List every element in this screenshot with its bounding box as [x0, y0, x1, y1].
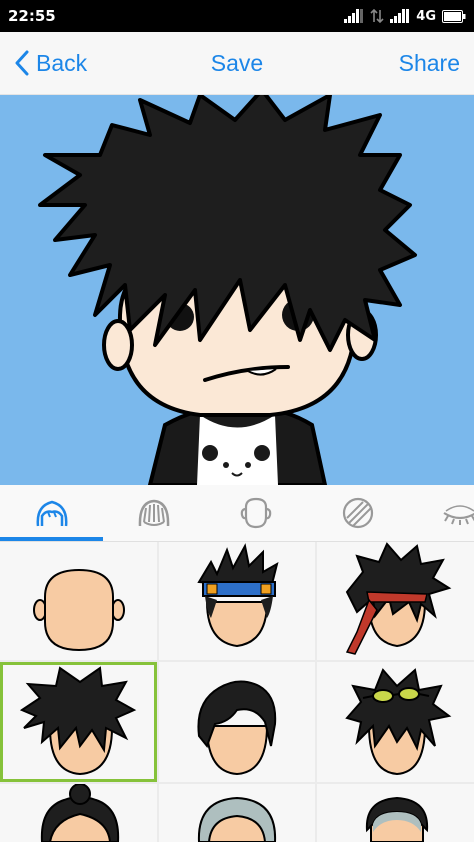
chevron-left-icon — [15, 50, 29, 76]
hair-option-bun[interactable] — [0, 784, 157, 842]
status-icons: 4G — [344, 6, 466, 26]
hair-option-side-parted[interactable] — [159, 662, 315, 782]
messy-spiky-hair-icon — [19, 666, 137, 776]
face-shape-icon — [240, 497, 272, 529]
avatar-canvas — [0, 95, 474, 485]
hair-strands-icon — [138, 499, 170, 527]
red-bandana-hair-icon — [345, 542, 452, 655]
ninja-headband-hair-icon — [197, 543, 279, 648]
avatar-preview — [38, 95, 417, 485]
hair-options-grid — [0, 542, 474, 842]
hair-icon — [36, 500, 68, 527]
battery-icon — [442, 9, 466, 23]
nav-bar: Back Save Share — [0, 32, 474, 95]
hair-option-bald[interactable] — [0, 542, 157, 660]
tab-indicator — [0, 537, 103, 541]
buzz-grey-hair-icon — [365, 796, 429, 842]
tab-hair[interactable] — [2, 485, 102, 541]
back-label: Back — [36, 49, 88, 76]
hair-option-grey-hair[interactable] — [159, 784, 315, 842]
tab-eyelash[interactable] — [410, 485, 474, 541]
data-off-icon — [370, 9, 384, 23]
eye-lash-icon — [443, 505, 474, 525]
bun-hair-icon — [40, 784, 120, 842]
category-tabs — [0, 485, 474, 542]
network-type: 4G — [416, 8, 436, 24]
hair-option-buzz-grey[interactable] — [317, 784, 474, 842]
share-button[interactable]: Share — [399, 32, 460, 94]
status-time: 22:55 — [8, 7, 56, 25]
goggles-hair-icon — [345, 668, 452, 776]
bald-head-icon — [33, 568, 125, 652]
back-button[interactable]: Back — [14, 32, 87, 94]
hair-option-ninja-headband[interactable] — [159, 542, 315, 660]
tab-hair-strands[interactable] — [104, 485, 204, 541]
save-button[interactable]: Save — [211, 50, 263, 77]
signal-icon — [344, 9, 364, 23]
tab-texture[interactable] — [308, 485, 408, 541]
striped-ball-icon — [342, 497, 374, 529]
tab-face-shape[interactable] — [206, 485, 306, 541]
hair-option-spiky-red-bandana[interactable] — [317, 542, 474, 660]
hair-option-messy-spiky[interactable] — [0, 662, 157, 782]
grey-hair-icon — [197, 796, 277, 842]
hair-option-spiky-goggles[interactable] — [317, 662, 474, 782]
status-bar: 22:55 4G — [0, 0, 474, 32]
side-parted-hair-icon — [197, 680, 277, 776]
signal-icon — [390, 9, 410, 23]
